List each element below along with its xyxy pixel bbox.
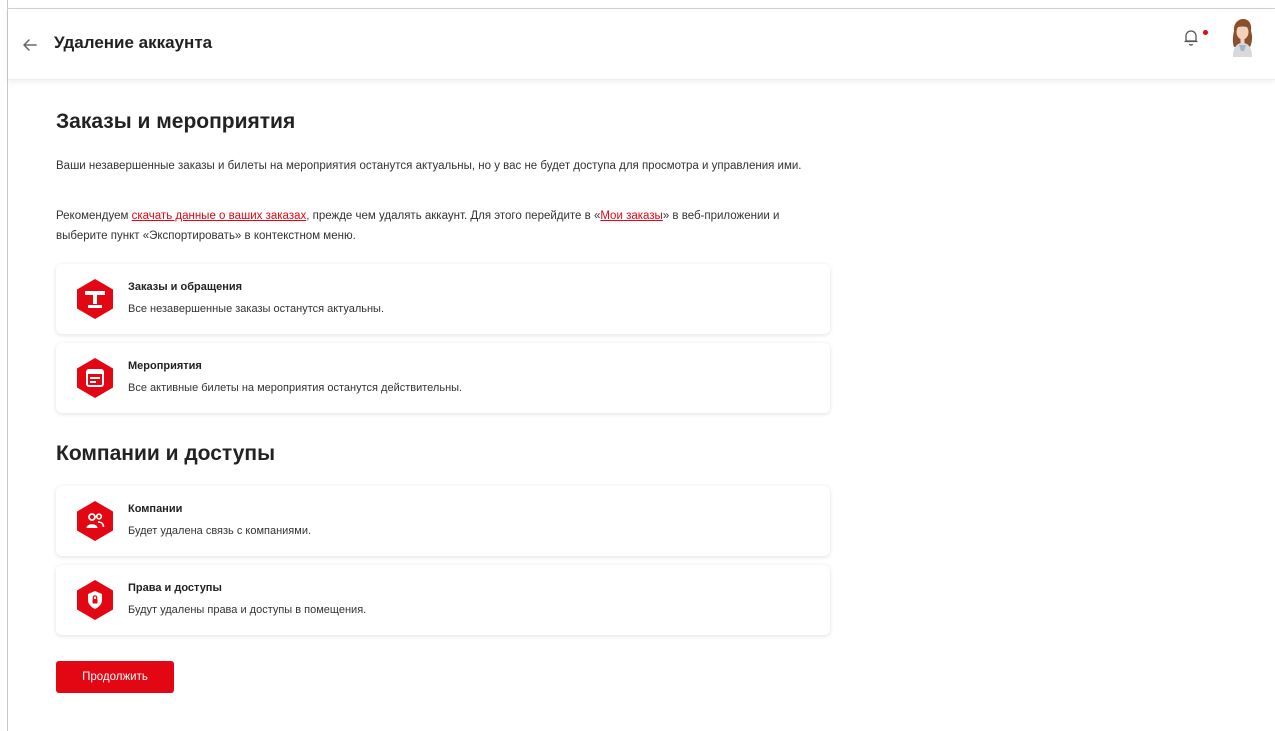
- user-avatar[interactable]: [1223, 17, 1261, 57]
- recommendation-paragraph: Рекомендуем скачать данные о ваших заказ…: [56, 206, 816, 246]
- notification-dot: [1203, 30, 1208, 35]
- card-orders: Заказы и обращения Все незавершенные зак…: [56, 264, 830, 334]
- card-access-rights: Права и доступы Будут удалены права и до…: [56, 565, 830, 635]
- window-border-left: [7, 0, 8, 731]
- card-events: Мероприятия Все активные билеты на мероп…: [56, 343, 830, 413]
- card-description: Все незавершенные заказы останутся актуа…: [128, 303, 385, 315]
- my-orders-link[interactable]: Мои заказы: [600, 210, 662, 222]
- bell-icon[interactable]: [1180, 26, 1202, 48]
- companies-icon: [77, 501, 113, 541]
- card-description: Все активные билеты на мероприятия остан…: [128, 382, 463, 394]
- recommendation-text-1: Рекомендуем: [56, 210, 132, 222]
- card-title: Мероприятия: [128, 360, 202, 372]
- card-title: Права и доступы: [128, 582, 222, 594]
- orders-icon: [77, 279, 113, 319]
- shield-icon: [77, 580, 113, 620]
- top-bar: Удаление аккаунта: [8, 9, 1275, 80]
- page-title: Удаление аккаунта: [54, 33, 213, 52]
- recommendation-text-2: , прежде чем удалять аккаунт. Для этого …: [306, 210, 601, 222]
- card-companies: Компании Будет удалена связь с компаниям…: [56, 486, 830, 556]
- continue-button[interactable]: Продолжить: [56, 661, 174, 693]
- arrow-left-icon[interactable]: [20, 35, 40, 55]
- section-heading-orders: Заказы и мероприятия: [56, 110, 296, 133]
- orders-info-paragraph: Ваши незавершенные заказы и билеты на ме…: [56, 160, 802, 172]
- download-orders-link[interactable]: скачать данные о ваших заказах: [132, 210, 307, 222]
- section-heading-companies: Компании и доступы: [56, 442, 276, 465]
- card-title: Компании: [128, 503, 183, 515]
- calendar-icon: [77, 358, 113, 398]
- card-description: Будет удалена связь с компаниями.: [128, 525, 312, 537]
- card-description: Будут удалены права и доступы в помещени…: [128, 604, 367, 616]
- card-title: Заказы и обращения: [128, 281, 243, 293]
